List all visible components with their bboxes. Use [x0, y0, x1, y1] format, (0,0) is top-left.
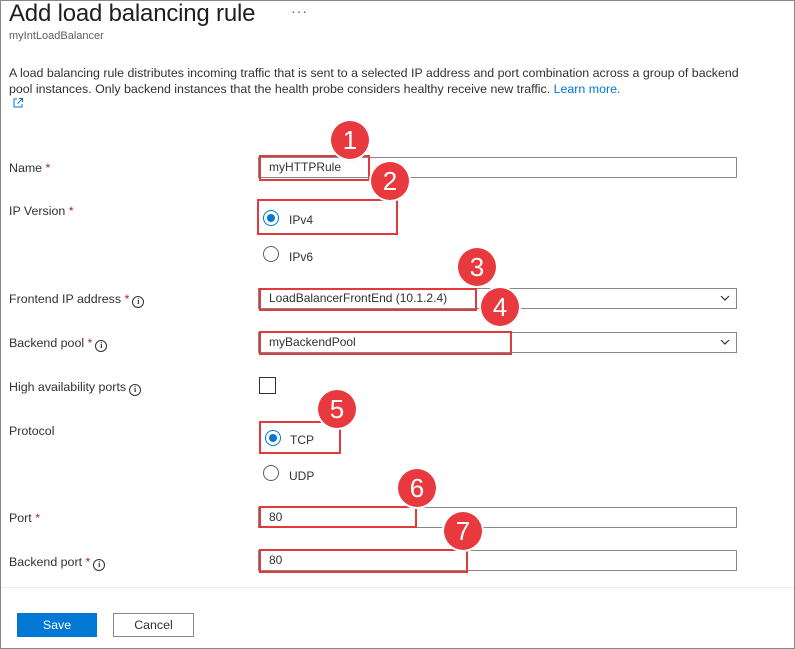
chevron-down-icon	[720, 339, 730, 345]
info-icon[interactable]: i	[93, 559, 106, 571]
description-text: A load balancing rule distributes incomi…	[9, 66, 739, 96]
required-mark: *	[68, 204, 74, 218]
backend-pool-value: myBackendPool	[269, 335, 356, 349]
step-badge-7: 7	[444, 512, 482, 550]
required-mark: *	[124, 292, 130, 306]
step-badge-2: 2	[371, 162, 409, 200]
tcp-label: TCP	[290, 433, 314, 447]
info-icon[interactable]: i	[129, 384, 142, 396]
ipv6-label: IPv6	[289, 250, 314, 264]
required-mark: *	[87, 336, 93, 350]
udp-label: UDP	[289, 469, 315, 483]
ipv6-radio[interactable]	[263, 246, 279, 262]
ipv4-label: IPv4	[289, 213, 314, 227]
name-value: myHTTPRule	[269, 160, 342, 174]
cancel-button[interactable]: Cancel	[113, 613, 194, 637]
learn-more-link[interactable]: Learn more.	[554, 82, 621, 96]
description: A load balancing rule distributes incomi…	[9, 65, 739, 97]
port-input[interactable]: 80	[258, 507, 737, 528]
step-badge-3: 3	[458, 248, 496, 286]
backend-port-value: 80	[269, 553, 283, 567]
page-subtitle: myIntLoadBalancer	[9, 30, 104, 42]
udp-radio[interactable]	[263, 465, 279, 481]
chevron-down-icon	[720, 295, 730, 301]
port-value: 80	[269, 510, 283, 524]
info-icon[interactable]: i	[95, 340, 108, 352]
frontend-ip-label: Frontend IP address * i	[9, 292, 145, 308]
step-badge-6: 6	[398, 469, 436, 507]
step-badge-5: 5	[318, 390, 356, 428]
required-mark: *	[45, 161, 51, 175]
more-options-icon[interactable]: ···	[291, 3, 308, 19]
save-button[interactable]: Save	[17, 613, 97, 637]
step-badge-1: 1	[331, 121, 369, 159]
backend-port-label: Backend port * i	[9, 555, 106, 571]
info-icon[interactable]: i	[132, 296, 145, 308]
tcp-radio[interactable]	[265, 430, 281, 446]
backend-port-input[interactable]: 80	[258, 550, 737, 571]
ipv4-radio[interactable]	[263, 210, 279, 226]
external-link-icon[interactable]	[12, 97, 24, 109]
ha-ports-checkbox[interactable]	[259, 377, 276, 394]
footer-divider	[1, 587, 794, 588]
ip-version-label: IP Version *	[9, 204, 74, 218]
ha-ports-label: High availability ports i	[9, 380, 142, 396]
backend-pool-label: Backend pool * i	[9, 336, 108, 352]
port-label: Port *	[9, 511, 41, 525]
required-mark: *	[85, 555, 91, 569]
name-input[interactable]: myHTTPRule	[258, 157, 737, 178]
page-title: Add load balancing rule	[9, 0, 256, 27]
backend-pool-dropdown[interactable]: myBackendPool	[258, 332, 737, 353]
step-badge-4: 4	[481, 288, 519, 326]
name-label: Name *	[9, 161, 51, 175]
required-mark: *	[35, 511, 41, 525]
frontend-ip-value: LoadBalancerFrontEnd (10.1.2.4)	[269, 291, 448, 305]
protocol-label: Protocol	[9, 424, 55, 438]
